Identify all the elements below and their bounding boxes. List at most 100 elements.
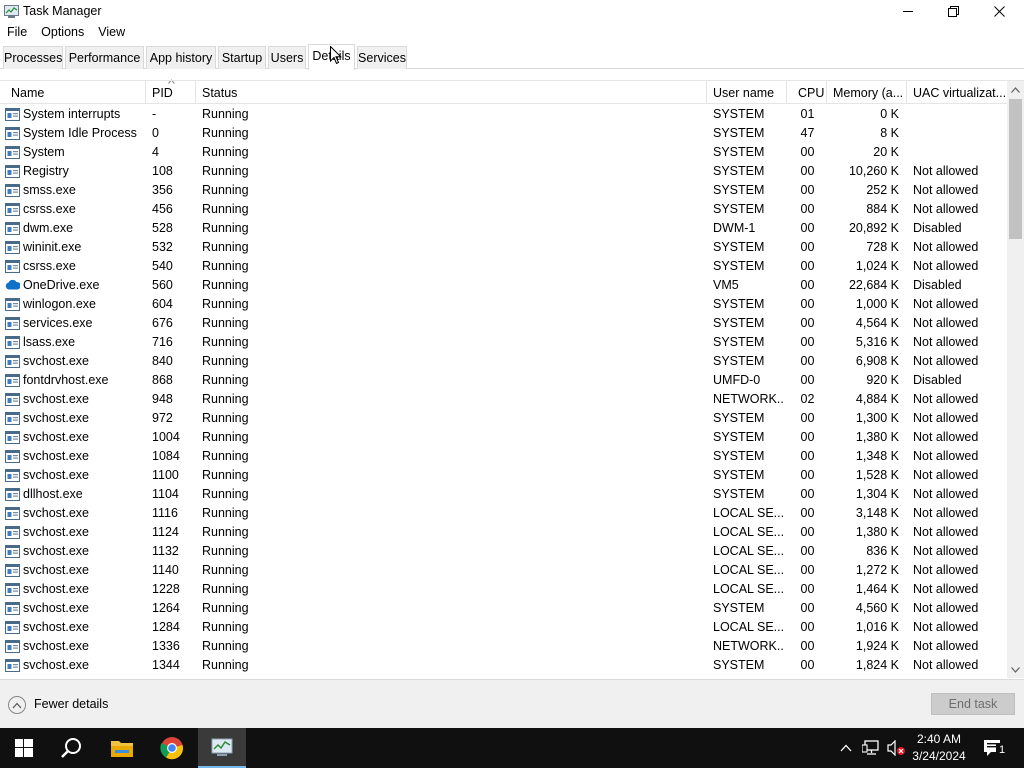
process-status: Running [202, 582, 249, 596]
scroll-up-button[interactable] [1007, 81, 1024, 98]
restore-button[interactable] [930, 0, 976, 22]
process-memory: 836 K [866, 544, 899, 558]
table-row[interactable]: svchost.exe 1124 Running LOCAL SE... 00 1,380… [0, 523, 1007, 542]
fewer-details-toggle[interactable] [8, 696, 26, 714]
table-row[interactable]: lsass.exe 716 Running SYSTEM 00 5,316 K Not al… [0, 333, 1007, 352]
network-tray-button[interactable] [862, 739, 880, 757]
process-cpu: 00 [800, 335, 815, 349]
process-memory: 884 K [866, 202, 899, 216]
table-row[interactable]: svchost.exe 1132 Running LOCAL SE... 00 836 K… [0, 542, 1007, 561]
process-pid: 868 [152, 373, 173, 387]
minimize-button[interactable] [885, 0, 931, 22]
column-header-user-name[interactable]: User name [707, 81, 787, 104]
table-row[interactable]: OneDrive.exe 560 Running VM5 00 22,684 K Disab… [0, 276, 1007, 295]
table-row[interactable]: wininit.exe 532 Running SYSTEM 00 728 K Not al… [0, 238, 1007, 257]
process-pid: 1116 [152, 506, 178, 520]
menu-file[interactable]: File [0, 23, 34, 42]
search-button[interactable] [48, 728, 96, 768]
process-status: Running [202, 335, 249, 349]
show-hidden-icons-button[interactable] [838, 739, 854, 757]
action-center-button[interactable]: 1 [982, 738, 1008, 758]
tab-startup[interactable]: Startup [218, 46, 266, 69]
table-row[interactable]: svchost.exe 1084 Running SYSTEM 00 1,348 K Not… [0, 447, 1007, 466]
table-row[interactable]: svchost.exe 1140 Running LOCAL SE... 00 1,272… [0, 561, 1007, 580]
tab-processes[interactable]: Processes [3, 46, 63, 69]
column-header-memory[interactable]: Memory (a... [827, 81, 907, 104]
process-user: SYSTEM [713, 164, 765, 178]
process-user: SYSTEM [713, 107, 765, 121]
process-pid: 1336 [152, 639, 180, 653]
column-header-pid[interactable]: PID [146, 81, 196, 104]
tab-performance[interactable]: Performance [65, 46, 144, 69]
process-pid: 604 [152, 297, 173, 311]
process-user: SYSTEM [713, 658, 765, 672]
table-row[interactable]: System interrupts - Running SYSTEM 01 0 K [0, 105, 1007, 124]
process-cpu: 00 [800, 221, 815, 235]
table-row[interactable]: dwm.exe 528 Running DWM-1 00 20,892 K Disabled [0, 219, 1007, 238]
process-name: System Idle Process [23, 126, 137, 140]
task-manager-taskbar-button[interactable] [198, 728, 246, 768]
process-uac: Not allowed [913, 430, 979, 444]
table-row[interactable]: dllhost.exe 1104 Running SYSTEM 00 1,304 K Not… [0, 485, 1007, 504]
table-row[interactable]: fontdrvhost.exe 868 Running UMFD-0 00 920 K Di… [0, 371, 1007, 390]
column-header-cpu[interactable]: CPU [792, 81, 827, 104]
process-uac: Not allowed [913, 620, 979, 634]
process-memory: 1,464 K [855, 582, 899, 596]
vertical-scrollbar[interactable] [1007, 81, 1024, 678]
column-header-uac-virtualization[interactable]: UAC virtualizat... [907, 81, 1007, 104]
process-memory: 1,348 K [855, 449, 899, 463]
start-button[interactable] [0, 728, 48, 768]
table-row[interactable]: csrss.exe 456 Running SYSTEM 00 884 K Not allo… [0, 200, 1007, 219]
table-row[interactable]: svchost.exe 1336 Running NETWORK... 00 1,924 … [0, 637, 1007, 656]
table-row[interactable]: svchost.exe 1284 Running LOCAL SE... 00 1,016… [0, 618, 1007, 637]
process-cpu: 00 [800, 601, 815, 615]
process-pid: 1140 [152, 563, 179, 577]
table-row[interactable]: services.exe 676 Running SYSTEM 00 4,564 K Not… [0, 314, 1007, 333]
table-row[interactable]: svchost.exe 948 Running NETWORK... 02 4,884 K… [0, 390, 1007, 409]
process-cpu: 00 [800, 240, 815, 254]
table-row[interactable]: svchost.exe 1004 Running SYSTEM 00 1,380 K Not… [0, 428, 1007, 447]
table-row[interactable]: svchost.exe 840 Running SYSTEM 00 6,908 K Not … [0, 352, 1007, 371]
fewer-details-link[interactable]: Fewer details [34, 697, 108, 711]
process-user: LOCAL SE... [713, 544, 783, 558]
window-title: Task Manager [23, 4, 102, 18]
column-header-name[interactable]: Name [5, 81, 146, 104]
process-status: Running [202, 392, 249, 406]
tab-app-history[interactable]: App history [146, 46, 216, 69]
chrome-button[interactable] [148, 728, 196, 768]
scroll-down-button[interactable] [1007, 661, 1024, 678]
table-row[interactable]: smss.exe 356 Running SYSTEM 00 252 K Not allow… [0, 181, 1007, 200]
end-task-button[interactable]: End task [931, 693, 1015, 715]
table-row[interactable]: winlogon.exe 604 Running SYSTEM 00 1,000 K Not… [0, 295, 1007, 314]
process-pid: 1228 [152, 582, 180, 596]
menu-options[interactable]: Options [34, 23, 91, 42]
table-row[interactable]: System Idle Process 0 Running SYSTEM 47 8 K [0, 124, 1007, 143]
process-memory: 3,148 K [855, 506, 899, 520]
table-row[interactable]: svchost.exe 1264 Running SYSTEM 00 4,560 K Not… [0, 599, 1007, 618]
close-button[interactable] [976, 0, 1022, 22]
process-uac: Not allowed [913, 487, 979, 501]
process-icon [5, 621, 20, 634]
table-row[interactable]: csrss.exe 540 Running SYSTEM 00 1,024 K Not al… [0, 257, 1007, 276]
tab-services[interactable]: Services [357, 46, 407, 69]
process-uac: Not allowed [913, 259, 979, 273]
table-row[interactable]: svchost.exe 1100 Running SYSTEM 00 1,528 K Not… [0, 466, 1007, 485]
table-row[interactable]: svchost.exe 972 Running SYSTEM 00 1,300 K Not … [0, 409, 1007, 428]
menu-view[interactable]: View [91, 23, 132, 42]
tab-users[interactable]: Users [268, 46, 306, 69]
table-row[interactable]: svchost.exe 1344 Running SYSTEM 00 1,824 K Not… [0, 656, 1007, 675]
table-row[interactable]: Registry 108 Running SYSTEM 00 10,260 K Not al… [0, 162, 1007, 181]
process-status: Running [202, 449, 249, 463]
search-icon [61, 738, 81, 758]
table-row[interactable]: svchost.exe 1116 Running LOCAL SE... 00 3,148… [0, 504, 1007, 523]
process-user: DWM-1 [713, 221, 756, 235]
column-header-status[interactable]: Status [196, 81, 707, 104]
table-row[interactable]: System 4 Running SYSTEM 00 20 K [0, 143, 1007, 162]
volume-tray-button[interactable] [886, 739, 906, 757]
file-explorer-button[interactable] [98, 728, 146, 768]
process-uac: Not allowed [913, 297, 979, 311]
table-row[interactable]: svchost.exe 1228 Running LOCAL SE... 00 1,464… [0, 580, 1007, 599]
taskbar-clock[interactable]: 2:40 AM 3/24/2024 [905, 731, 973, 765]
process-name: fontdrvhost.exe [23, 373, 109, 387]
scrollbar-thumb[interactable] [1009, 99, 1022, 239]
